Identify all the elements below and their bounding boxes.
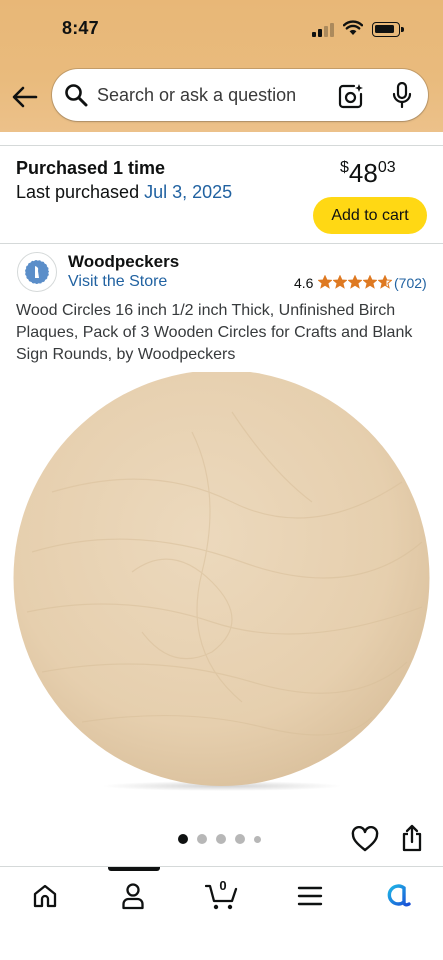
last-purchased: Last purchased Jul 3, 2025 bbox=[16, 182, 232, 203]
search-bar[interactable]: Search or ask a question bbox=[52, 69, 428, 121]
nav-account[interactable] bbox=[118, 881, 148, 911]
store-logo[interactable] bbox=[17, 252, 57, 292]
nav-home[interactable] bbox=[30, 881, 60, 911]
signal-icon bbox=[312, 23, 338, 37]
heart-icon[interactable] bbox=[351, 826, 379, 852]
last-purchased-label: Last purchased bbox=[16, 182, 140, 202]
nav-menu[interactable] bbox=[295, 881, 325, 911]
star-icon bbox=[378, 275, 392, 289]
carousel-dot[interactable] bbox=[235, 834, 245, 844]
product-image[interactable] bbox=[12, 372, 431, 791]
carousel-dot[interactable] bbox=[216, 834, 226, 844]
star-icon bbox=[348, 275, 362, 289]
price-whole: 48 bbox=[348, 158, 378, 188]
star-rating[interactable] bbox=[318, 275, 392, 289]
section-divider bbox=[0, 132, 443, 146]
star-icon bbox=[363, 275, 377, 289]
cart-count-badge: 0 bbox=[219, 878, 227, 893]
price-fraction: 03 bbox=[377, 159, 396, 176]
carousel-dot[interactable] bbox=[178, 834, 188, 844]
nav-rufus[interactable] bbox=[383, 881, 413, 911]
woodpeckers-logo-icon bbox=[24, 259, 50, 285]
rating-value: 4.6 bbox=[294, 275, 314, 291]
home-icon bbox=[33, 884, 57, 908]
person-icon bbox=[122, 883, 144, 910]
carousel-dot[interactable] bbox=[254, 835, 261, 843]
store-name: Woodpeckers bbox=[68, 252, 180, 271]
back-button[interactable] bbox=[10, 82, 40, 112]
purchased-count: Purchased 1 time bbox=[16, 158, 166, 178]
microphone-icon[interactable] bbox=[390, 82, 414, 108]
image-carousel-dots[interactable] bbox=[178, 834, 261, 844]
battery-icon bbox=[372, 22, 404, 37]
rufus-icon bbox=[387, 884, 411, 907]
active-tab-indicator bbox=[108, 867, 160, 871]
camera-search-icon[interactable] bbox=[338, 83, 364, 109]
search-placeholder: Search or ask a question bbox=[97, 85, 297, 105]
arrow-left-icon bbox=[12, 86, 38, 108]
price: $4803 bbox=[340, 158, 396, 189]
carousel-dot[interactable] bbox=[197, 834, 207, 844]
divider bbox=[0, 243, 443, 244]
wifi-icon bbox=[343, 20, 363, 35]
status-time: 8:47 bbox=[62, 18, 99, 38]
menu-icon bbox=[297, 886, 323, 906]
add-to-cart-button[interactable]: Add to cart bbox=[313, 197, 427, 234]
price-currency: $ bbox=[340, 159, 349, 176]
last-purchased-date[interactable]: Jul 3, 2025 bbox=[144, 182, 232, 202]
star-icon bbox=[333, 275, 347, 289]
share-icon[interactable] bbox=[401, 824, 423, 852]
star-icon bbox=[318, 275, 332, 289]
product-title: Wood Circles 16 inch 1/2 inch Thick, Unf… bbox=[16, 302, 413, 363]
rating-count[interactable]: (702) bbox=[394, 275, 427, 291]
search-icon bbox=[65, 84, 88, 107]
header: 8:47 Search or ask a question bbox=[0, 0, 443, 132]
visit-store-link[interactable]: Visit the Store bbox=[68, 273, 167, 291]
